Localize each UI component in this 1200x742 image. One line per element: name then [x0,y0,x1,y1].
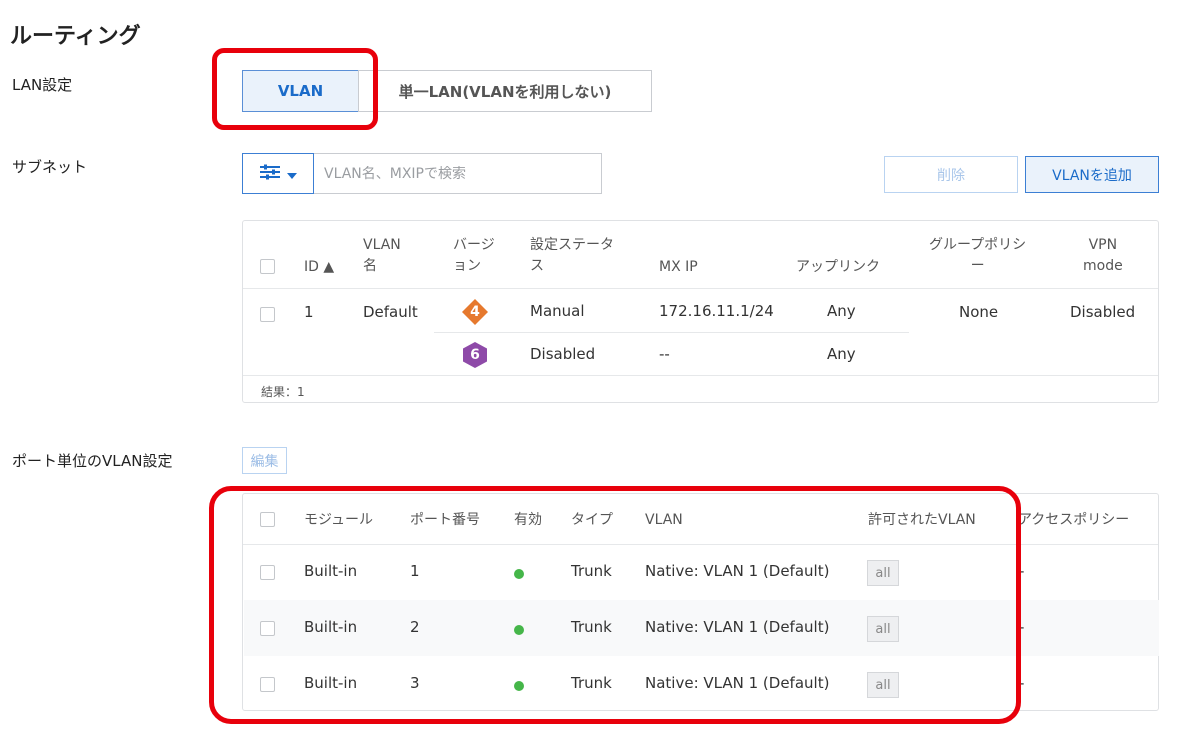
ipv4-badge-icon: 4 [462,299,488,325]
ipv6-uplink: Any [827,345,856,363]
highlight-annotation-ports [209,486,1021,724]
highlight-annotation-lan [212,48,378,130]
result-count: 結果：1 [261,385,305,399]
vpn-mode-value: Disabled [1070,303,1136,321]
ipv4-config-status: Manual [530,302,585,320]
subnet-table: ID ▲ VLAN 名 バージ ョン 設定ステータ ス MX IP アップリンク… [242,220,1159,403]
subnet-search-input[interactable] [324,165,594,182]
subnet-label: サブネット [12,158,88,176]
add-vlan-button[interactable]: VLANを追加 [1025,156,1159,193]
vlan-id: 1 [304,303,314,321]
sliders-icon [259,164,281,184]
lan-mode-single-lan-button[interactable]: 単一LAN(VLANを利用しない) [358,70,652,112]
column-header-id[interactable]: ID ▲ [304,257,334,278]
vlan-name[interactable]: Default [363,303,418,321]
delete-button[interactable]: 削除 [884,156,1018,193]
column-header-group-policy[interactable]: グループポリシ ー [929,235,1026,277]
lan-settings-label: LAN設定 [12,76,73,94]
column-header-vlan-name[interactable]: VLAN 名 [363,235,401,277]
subnet-search-field[interactable] [314,153,602,194]
edit-button[interactable]: 編集 [242,447,287,474]
ipv4-mx-ip: 172.16.11.1/24 [659,302,774,320]
column-header-version[interactable]: バージ ョン [453,235,495,277]
caret-down-icon [287,165,297,183]
page-title: ルーティング [10,24,141,49]
ipv6-config-status: Disabled [530,345,596,363]
group-policy-value: None [959,303,999,321]
ipv6-mx-ip: -- [659,345,670,363]
select-all-checkbox[interactable] [260,259,275,274]
column-header-vpn-mode[interactable]: VPN mode [1083,235,1123,277]
column-header-access-policy[interactable]: アクセスポリシー [1018,510,1129,531]
ipv6-badge-icon: 6 [462,342,488,368]
filter-dropdown-button[interactable] [242,153,314,194]
port-vlan-settings-label: ポート単位のVLAN設定 [12,452,173,470]
row-checkbox[interactable] [260,307,275,322]
column-header-uplink[interactable]: アップリンク [796,257,880,278]
ipv4-uplink: Any [827,302,856,320]
column-header-mx-ip[interactable]: MX IP [659,257,698,278]
column-header-config-status[interactable]: 設定ステータ ス [530,235,614,277]
